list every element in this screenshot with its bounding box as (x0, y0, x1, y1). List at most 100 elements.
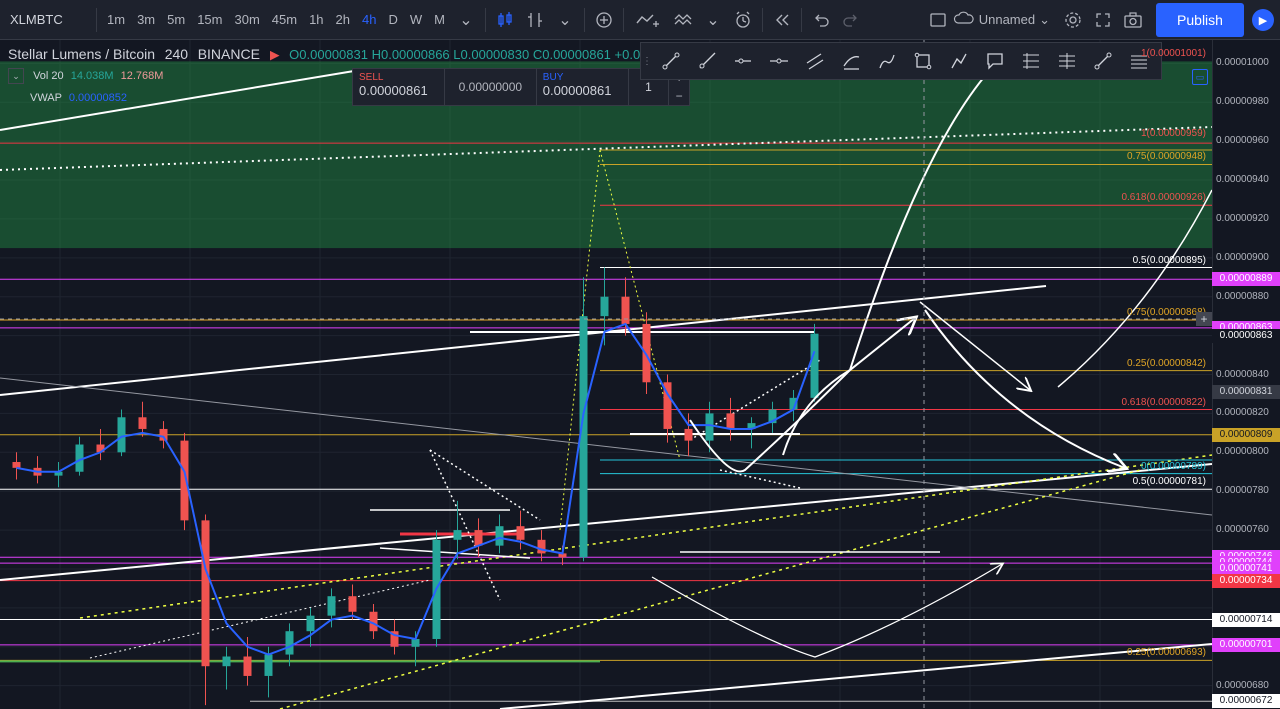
vwap-legend: VWAP 0.00000852 (30, 92, 127, 104)
crosshair-add-icon[interactable]: + (1196, 312, 1212, 326)
buy-label: BUY (542, 72, 564, 83)
fib-level-label: 0.5(0.00000895) (1132, 254, 1206, 266)
toolbar-separator (623, 7, 624, 32)
vwap-value: 0.00000852 (68, 92, 127, 104)
interval-15m[interactable]: 15m (191, 0, 228, 40)
chart-legend: Stellar Lumens / Bitcoin 240 BINANCE O0.… (8, 46, 647, 62)
price-tick-label: 0.00000920 (1216, 212, 1269, 224)
parallel-channel-icon[interactable] (797, 43, 833, 79)
price-tick-label: 0.00000820 (1216, 407, 1269, 419)
legend-title: Stellar Lumens / Bitcoin (8, 46, 156, 62)
layout-name: Unnamed (978, 12, 1036, 27)
chevron-down-icon[interactable]: ⌄ (550, 0, 580, 40)
auto-scale-icon[interactable]: ▭ (1192, 69, 1208, 85)
projection-path (651, 564, 1002, 658)
trend-line (719, 469, 801, 489)
price-badge: 0.00000831 (1212, 385, 1280, 399)
fullscreen-toggle-icon[interactable] (923, 0, 953, 40)
fib-level-label: 0.75(0.00000948) (1127, 151, 1206, 163)
interval-3m[interactable]: 3m (131, 0, 161, 40)
candle-body (222, 656, 231, 667)
ray-icon[interactable] (689, 43, 725, 79)
interval-D[interactable]: D (382, 0, 403, 40)
horizontal-ray-icon[interactable] (725, 43, 761, 79)
interval-1m[interactable]: 1m (101, 0, 131, 40)
templates-icon[interactable] (668, 0, 698, 40)
path-icon[interactable] (941, 43, 977, 79)
pitchfork-icon[interactable] (833, 43, 869, 79)
chevron-down-icon[interactable]: ⌄ (698, 0, 728, 40)
horizontal-line-icon[interactable] (761, 43, 797, 79)
fib-extension-icon[interactable] (1049, 43, 1085, 79)
add-indicator-icon[interactable] (589, 0, 619, 40)
publish-button[interactable]: Publish (1156, 3, 1244, 37)
camera-icon[interactable] (1118, 0, 1148, 40)
buy-button[interactable]: BUY 0.00000861 (537, 69, 628, 105)
redo-icon[interactable] (836, 0, 866, 40)
price-tick-label: 0.00001000 (1216, 57, 1269, 69)
layout-name-dropdown[interactable]: Unnamed ⌄ (953, 11, 1050, 28)
drawing-toolbar: ⋮ (640, 42, 1162, 80)
candle-body (684, 428, 693, 441)
spread-value: 0.00000000 (443, 69, 537, 105)
buy-price: 0.00000861 (542, 83, 612, 98)
legend-dot-icon (269, 50, 280, 61)
price-tick-label: 0.00000940 (1216, 174, 1269, 186)
play-button[interactable]: ▶ (1246, 3, 1280, 37)
sell-label: SELL (359, 72, 384, 83)
interval-M[interactable]: M (428, 0, 451, 40)
candles-icon[interactable] (490, 0, 520, 40)
toolbar-separator (584, 7, 585, 32)
expand-icon[interactable] (1088, 0, 1118, 40)
candle-body (810, 333, 819, 398)
interval-30m[interactable]: 30m (228, 0, 265, 40)
alert-clock-icon[interactable] (728, 0, 758, 40)
candle-body (264, 654, 273, 676)
candle-body (348, 596, 357, 612)
decrease-button[interactable]: − (669, 87, 689, 105)
vol-label: Vol 20 (33, 70, 64, 82)
indicators-icon[interactable] (520, 0, 550, 40)
price-tick-label: 0.00000880 (1216, 290, 1269, 302)
interval-W[interactable]: W (404, 0, 428, 40)
replay-icon[interactable] (767, 0, 797, 40)
price-tick-label: 0.00000800 (1216, 446, 1269, 458)
price-tick-label: 0.00000680 (1216, 679, 1269, 691)
compare-icon[interactable] (628, 0, 668, 40)
fib-level-label: 1(0.00001001) (1140, 48, 1206, 60)
interval-45m[interactable]: 45m (266, 0, 303, 40)
legend-high: H0.00000866 (371, 47, 450, 62)
trend-line (499, 643, 1212, 709)
trend-line-icon[interactable] (653, 43, 689, 79)
brush-icon[interactable] (869, 43, 905, 79)
interval-5m[interactable]: 5m (161, 0, 191, 40)
toolbar-separator (801, 7, 802, 32)
volume-legend: ⌄ Vol 20 14.038M 12.768M (8, 68, 163, 84)
interval-2h[interactable]: 2h (330, 0, 356, 40)
candle-body (726, 413, 735, 429)
interval-4h[interactable]: 4h (356, 0, 382, 40)
candle-body (285, 631, 294, 655)
fib-retracement-icon[interactable] (1013, 43, 1049, 79)
undo-icon[interactable] (806, 0, 836, 40)
fib-level-label: 0.25(0.00000693) (1127, 647, 1206, 659)
fib-level-label: 1(0.00000959) (1140, 128, 1206, 140)
price-chart[interactable] (0, 40, 1212, 709)
rectangle-icon[interactable] (905, 43, 941, 79)
callout-icon[interactable] (977, 43, 1013, 79)
symbol-search[interactable]: XLMBTC (0, 12, 92, 27)
trend-line (0, 285, 1047, 396)
fib-level-label: 0.25(0.00000842) (1127, 357, 1206, 369)
projection-path (919, 301, 1030, 390)
measure-icon[interactable] (1085, 43, 1121, 79)
price-badge: 0.00000734 (1212, 573, 1280, 588)
interval-dropdown-icon[interactable]: ⌄ (451, 0, 481, 40)
collapse-icon[interactable]: ⌄ (8, 68, 24, 84)
drag-handle-icon[interactable]: ⋮ (641, 43, 653, 79)
interval-1h[interactable]: 1h (303, 0, 329, 40)
sell-button[interactable]: SELL 0.00000861 (353, 69, 444, 105)
trend-line (79, 454, 1212, 619)
play-icon: ▶ (1252, 9, 1274, 31)
price-badge: 0.00000863 (1212, 328, 1280, 343)
settings-gear-icon[interactable] (1058, 0, 1088, 40)
